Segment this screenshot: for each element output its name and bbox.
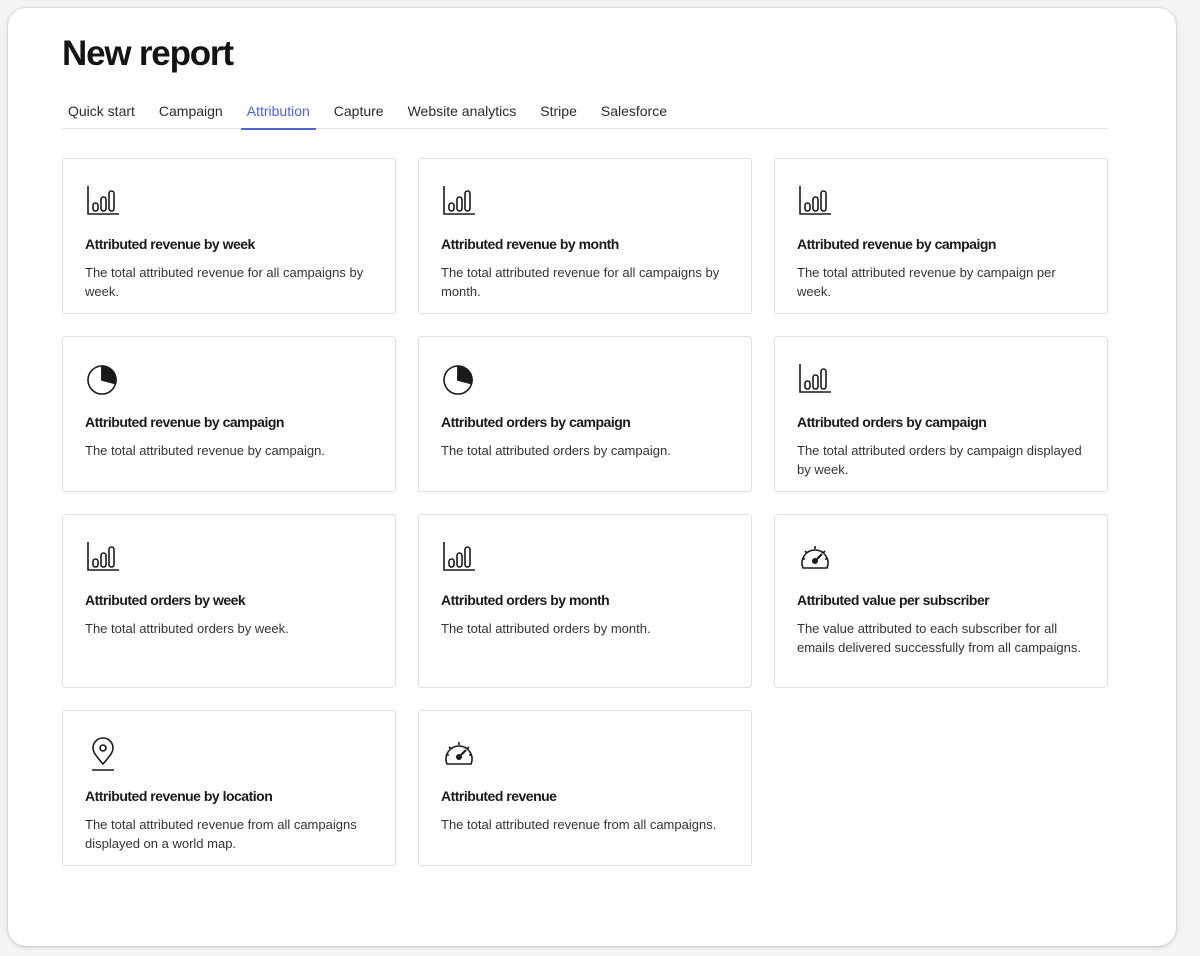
bar-chart-icon [441,185,477,219]
card-title: Attributed value per subscriber [797,592,990,608]
tab-attribution[interactable]: Attribution [240,100,316,130]
card-description: The total attributed orders by campaign. [441,443,671,458]
card-description: The total attributed orders by week. [85,621,289,636]
bar-chart-icon [85,541,121,575]
tab-website-analytics[interactable]: Website analytics [402,100,523,129]
report-tabs: Quick start Campaign Attribution Capture… [62,100,1108,130]
pie-chart-icon [441,363,477,397]
report-card[interactable]: Attributed revenue by campaign The total… [774,158,1108,314]
tab-quick-start[interactable]: Quick start [62,100,141,129]
report-card[interactable]: Attributed orders by month The total att… [418,514,752,688]
report-card[interactable]: Attributed value per subscriber The valu… [774,514,1108,688]
report-template-grid: Attributed revenue by week The total att… [62,158,1108,866]
card-title: Attributed orders by campaign [797,414,987,430]
bar-chart-icon [85,185,121,219]
card-title: Attributed orders by campaign [441,414,631,430]
report-card[interactable]: Attributed orders by campaign The total … [774,336,1108,492]
report-window: New report Quick start Campaign Attribut… [8,8,1176,946]
gauge-icon [797,541,833,575]
bar-chart-icon [441,541,477,575]
card-title: Attributed revenue [441,788,557,804]
card-title: Attributed revenue by month [441,236,619,252]
bar-chart-icon [797,363,833,397]
gauge-icon [441,737,477,771]
card-description: The total attributed revenue from all ca… [85,817,357,851]
tab-campaign[interactable]: Campaign [153,100,229,129]
report-card[interactable]: Attributed orders by week The total attr… [62,514,396,688]
card-title: Attributed revenue by week [85,236,255,252]
card-title: Attributed revenue by campaign [797,236,996,252]
report-card[interactable]: Attributed revenue by campaign The total… [62,336,396,492]
card-description: The total attributed revenue from all ca… [441,817,717,832]
card-title: Attributed revenue by location [85,788,273,804]
card-description: The total attributed revenue by campaign… [797,265,1056,299]
card-description: The total attributed revenue for all cam… [85,265,364,299]
page-title: New report [62,34,234,73]
card-title: Attributed orders by month [441,592,610,608]
card-description: The value attributed to each subscriber … [797,621,1081,655]
report-card[interactable]: Attributed revenue by week The total att… [62,158,396,314]
card-title: Attributed revenue by campaign [85,414,284,430]
pie-chart-icon [85,363,121,397]
report-card[interactable]: Attributed revenue by month The total at… [418,158,752,314]
location-pin-icon [85,737,121,771]
card-description: The total attributed orders by campaign … [797,443,1082,477]
card-title: Attributed orders by week [85,592,246,608]
tab-capture[interactable]: Capture [328,100,390,129]
report-card[interactable]: Attributed revenue by location The total… [62,710,396,866]
tab-stripe[interactable]: Stripe [534,100,583,129]
report-card[interactable]: Attributed revenue The total attributed … [418,710,752,866]
card-description: The total attributed orders by month. [441,621,651,636]
tab-salesforce[interactable]: Salesforce [595,100,673,129]
bar-chart-icon [797,185,833,219]
card-description: The total attributed revenue by campaign… [85,443,325,458]
card-description: The total attributed revenue for all cam… [441,265,720,299]
report-card[interactable]: Attributed orders by campaign The total … [418,336,752,492]
